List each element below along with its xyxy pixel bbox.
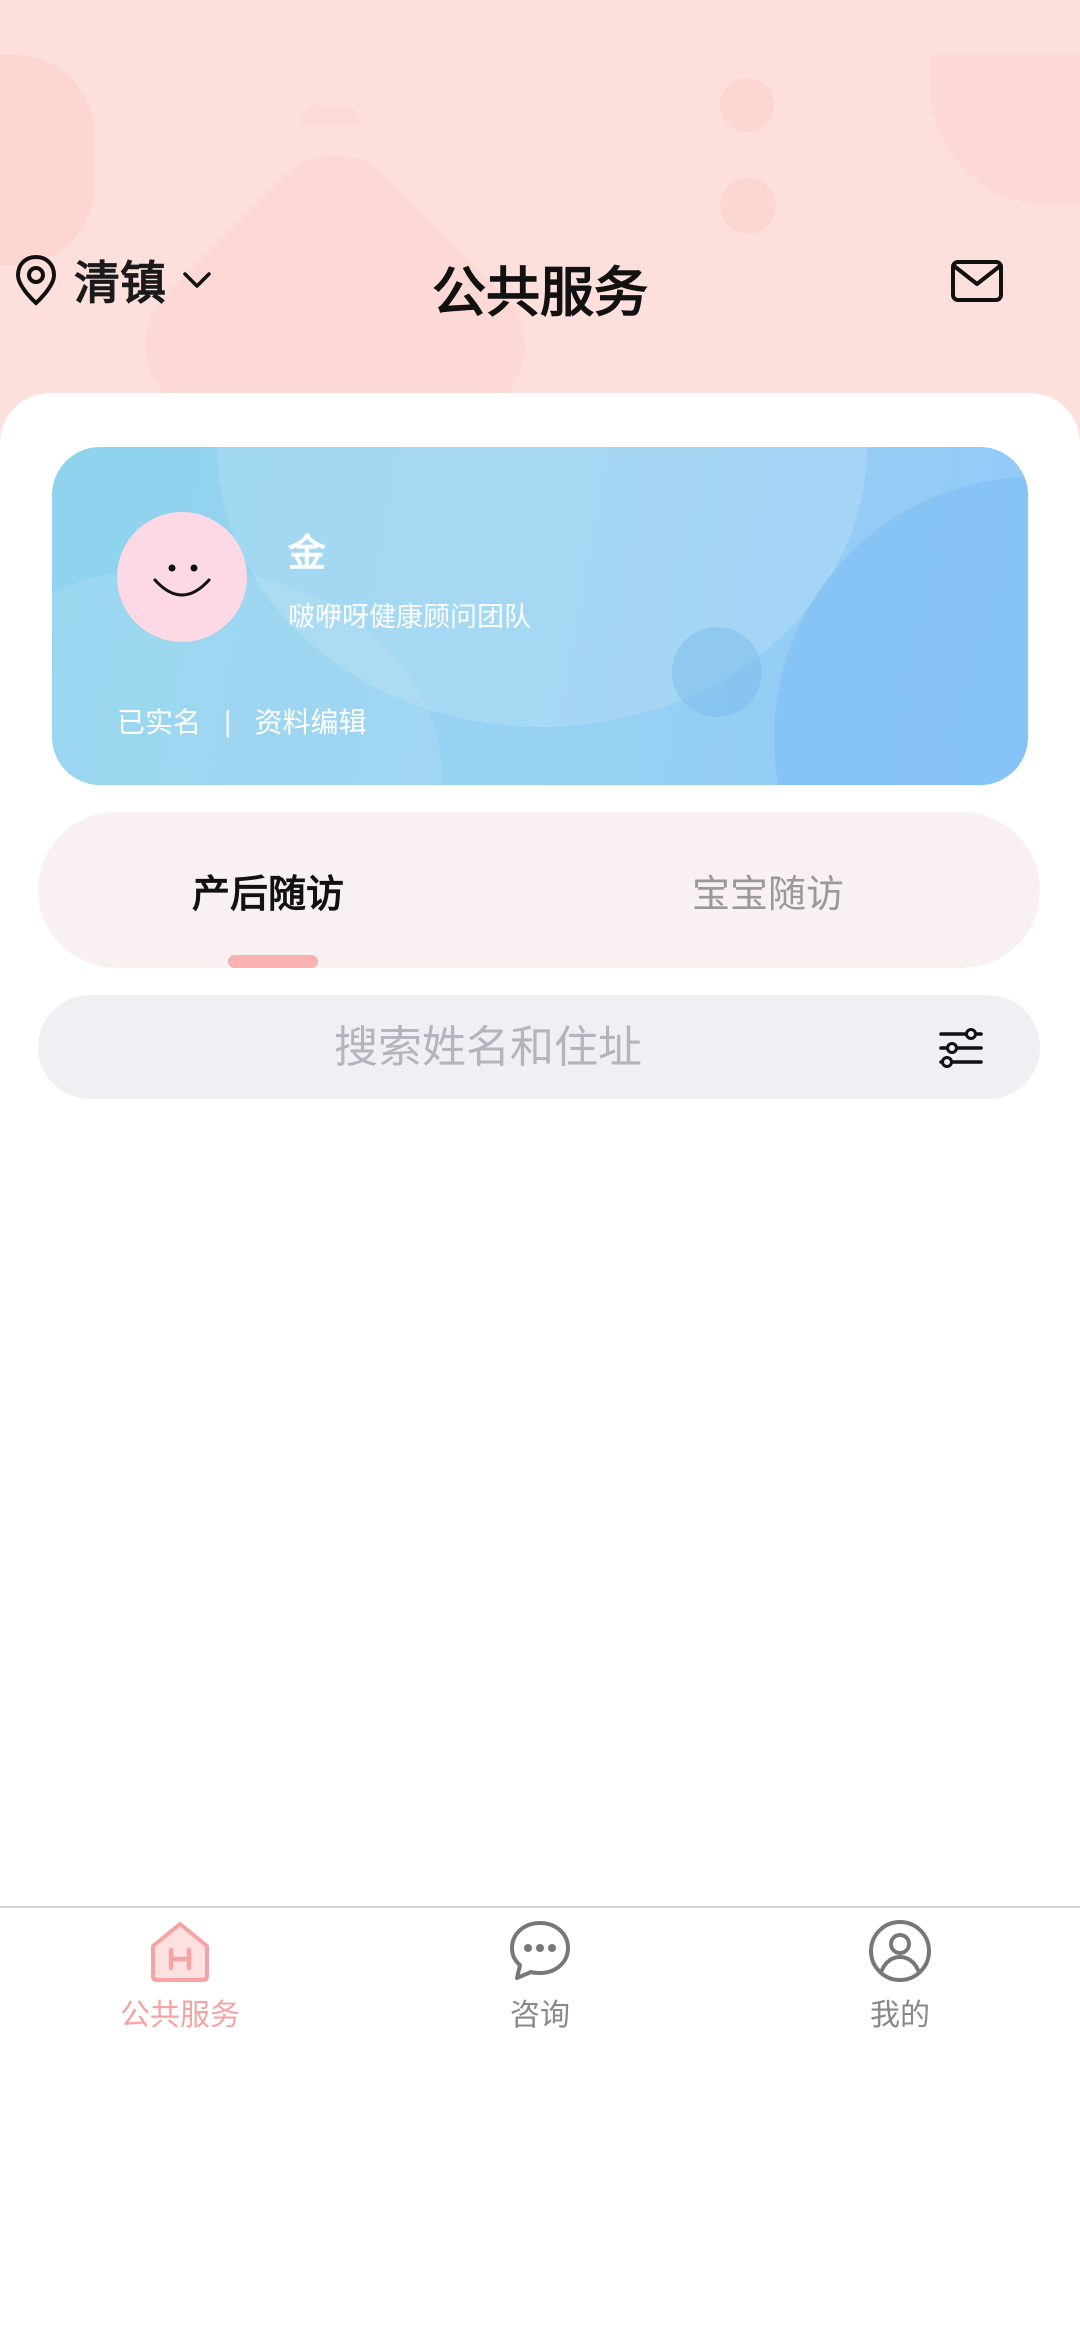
tab-baby-followup[interactable]: 宝宝随访 bbox=[538, 812, 998, 968]
team-name: 啵咿呀健康顾问团队 bbox=[288, 602, 531, 633]
nav-label: 咨询 bbox=[510, 1998, 570, 2033]
verified-status: 已实名 bbox=[117, 706, 202, 739]
followup-tabs: 产后随访 宝宝随访 bbox=[38, 812, 1040, 968]
header-background bbox=[0, 0, 1080, 460]
profile-card: 金 啵咿呀健康顾问团队 已实名 | 资料编辑 bbox=[52, 447, 1028, 785]
page-title: 公共服务 bbox=[432, 261, 648, 324]
nav-label: 我的 bbox=[870, 1998, 930, 2033]
user-circle-icon bbox=[867, 1918, 933, 1984]
house-h-icon bbox=[147, 1918, 213, 1984]
active-tab-indicator bbox=[228, 955, 318, 968]
header-decoration bbox=[930, 55, 1080, 205]
header-decoration bbox=[720, 178, 776, 234]
mail-icon bbox=[950, 258, 1004, 304]
header-decoration bbox=[0, 55, 95, 265]
filter-icon[interactable] bbox=[938, 1025, 984, 1071]
card-decoration bbox=[672, 627, 762, 717]
link-separator: | bbox=[223, 704, 233, 738]
nav-item-public-service[interactable]: 公共服务 bbox=[70, 1918, 290, 2048]
search-input[interactable] bbox=[38, 995, 938, 1099]
header-decoration bbox=[720, 78, 774, 132]
nav-item-consult[interactable]: 咨询 bbox=[430, 1918, 650, 2048]
card-links: 已实名 | 资料编辑 bbox=[117, 701, 366, 741]
bottom-navigation: 公共服务 咨询 我的 bbox=[0, 1906, 1080, 2342]
smiley-face-icon bbox=[153, 564, 211, 597]
edit-profile-link[interactable]: 资料编辑 bbox=[254, 701, 366, 741]
search-bar bbox=[38, 995, 1040, 1099]
tab-postpartum-followup[interactable]: 产后随访 bbox=[38, 812, 498, 968]
avatar[interactable] bbox=[117, 512, 247, 642]
user-name: 金 bbox=[288, 531, 327, 575]
nav-label: 公共服务 bbox=[120, 1998, 240, 2033]
nav-item-mine[interactable]: 我的 bbox=[790, 1918, 1010, 2048]
header-decoration bbox=[300, 105, 360, 125]
mail-button[interactable] bbox=[950, 258, 1004, 304]
chat-bubble-icon bbox=[507, 1918, 573, 1984]
